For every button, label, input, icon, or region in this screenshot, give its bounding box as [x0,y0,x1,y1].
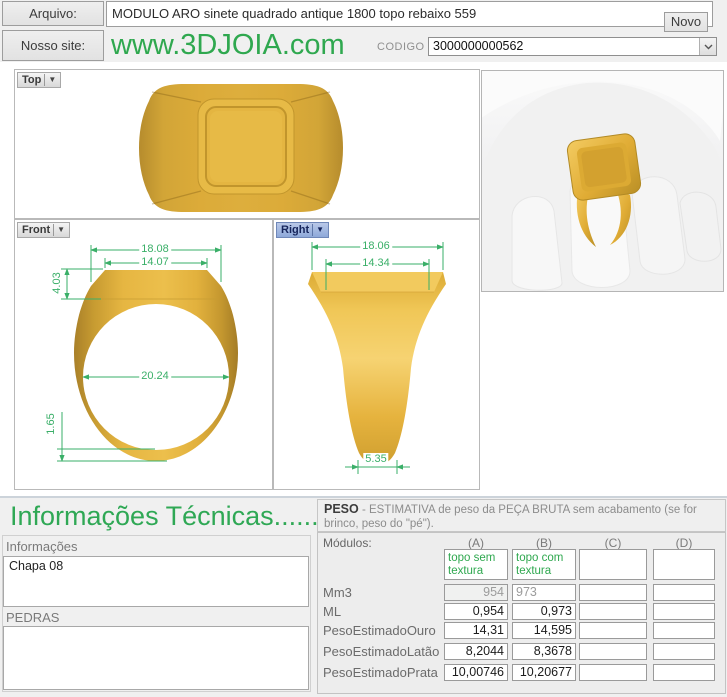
peso-text: - ESTIMATIVA de peso da PEÇA BRUTA sem a… [324,504,697,530]
informacoes-label: Informações [6,539,78,554]
chevron-down-icon[interactable]: ▼ [316,226,324,234]
row-label: PesoEstimadoPrata [323,665,438,680]
tech-info-title: Informações Técnicas....... [10,501,327,531]
row-label: PesoEstimadoOuro [323,623,436,638]
tab-divider [53,224,55,236]
pedras-textbox[interactable] [3,626,309,690]
modulos-label: Módulos: [323,536,372,550]
row-label: ML [323,604,342,619]
viewport-front-tab[interactable]: Front ▼ [17,222,71,238]
app-window: Arquivo: MODULO ARO sinete quadrado anti… [0,0,727,697]
tab-divider [44,74,46,86]
table-row: PesoEstimadoLatão 8,2044 8,3678 [318,643,725,660]
value-cell-b[interactable]: 0,973 [512,603,576,620]
viewport-top-label: Top [22,74,42,86]
value-cell-c[interactable] [579,643,647,660]
value-cell-b[interactable]: 973 [512,584,576,601]
site-url-link[interactable]: www.3DJOIA.com [111,28,345,62]
row-label: Mm3 [323,585,352,600]
module-name-cell-b[interactable]: topo com textura [512,549,576,580]
dim-front-band-thickness: 1.65 [45,411,57,437]
value-cell-a[interactable]: 8,2044 [444,643,508,660]
column-header-a: (A) [468,536,484,550]
tab-divider [312,224,314,236]
table-row: PesoEstimadoPrata 10,00746 10,20677 [318,664,725,681]
dim-right-outer-width: 18.06 [360,240,392,252]
value-cell-d[interactable] [653,622,715,639]
viewport-right-label: Right [281,224,310,236]
module-name-cell-c[interactable] [579,549,647,580]
value-cell-c[interactable] [579,603,647,620]
viewport-top[interactable]: Top ▼ [14,69,480,219]
value-cell-a[interactable]: 0,954 [444,603,508,620]
peso-description: PESO - ESTIMATIVA de peso da PEÇA BRUTA … [317,499,726,532]
column-header-b: (B) [536,536,552,550]
value-cell-d[interactable] [653,643,715,660]
codigo-label: CODIGO [377,41,425,53]
codigo-combobox[interactable]: 3000000000562 [428,37,717,56]
chevron-down-icon[interactable]: ▼ [57,226,65,234]
modulos-table: Módulos: (A) (B) (C) (D) topo sem textur… [317,532,726,694]
value-cell-b[interactable]: 10,20677 [512,664,576,681]
column-header-d: (D) [675,536,693,550]
value-cell-b[interactable]: 8,3678 [512,643,576,660]
dim-front-outer-width: 18.08 [139,243,171,255]
dim-right-tip-width: 5.35 [363,453,389,465]
module-name-cell-a[interactable]: topo sem textura [444,549,508,580]
informacoes-textbox[interactable]: Chapa 08 [3,556,309,607]
row-label: PesoEstimadoLatão [323,644,440,659]
value-cell-d[interactable] [653,584,715,601]
viewport-front-label: Front [22,224,51,236]
render-3d-panel [481,70,724,292]
module-name-cell-d[interactable] [653,549,715,580]
viewport-top-tab[interactable]: Top ▼ [17,72,62,88]
table-row: Mm3 954 973 [318,584,725,601]
pedras-label: PEDRAS [6,610,60,625]
value-cell-a[interactable]: 14,31 [444,622,508,639]
chevron-down-icon[interactable] [699,38,716,55]
value-cell-c[interactable] [579,664,647,681]
value-cell-c[interactable] [579,584,647,601]
novo-button[interactable]: Novo [664,12,708,32]
value-cell-d[interactable] [653,603,715,620]
value-cell-b[interactable]: 14,595 [512,622,576,639]
value-cell-a[interactable]: 954 [444,584,508,601]
value-cell-a[interactable]: 10,00746 [444,664,508,681]
dim-right-inner-width: 14.34 [360,257,392,269]
dim-front-inner-width: 14.07 [139,256,171,268]
viewport-right-tab[interactable]: Right ▼ [276,222,330,238]
ring-top-view-drawing [139,84,343,212]
arquivo-button[interactable]: Arquivo: [2,1,104,26]
dim-front-head-height: 4.03 [51,270,63,296]
chevron-down-icon[interactable]: ▼ [48,76,56,84]
peso-label: PESO [324,502,359,516]
codigo-value: 3000000000562 [433,39,524,53]
value-cell-c[interactable] [579,622,647,639]
value-cell-d[interactable] [653,664,715,681]
column-header-c: (C) [604,536,622,550]
hand-ring-render-image [482,71,723,291]
nosso-site-button[interactable]: Nosso site: [2,30,104,61]
dim-front-inner-diameter: 20.24 [139,370,171,382]
table-row: ML 0,954 0,973 [318,603,725,620]
table-row: PesoEstimadoOuro 14,31 14,595 [318,622,725,639]
file-name-field[interactable]: MODULO ARO sinete quadrado antique 1800 … [106,1,713,27]
